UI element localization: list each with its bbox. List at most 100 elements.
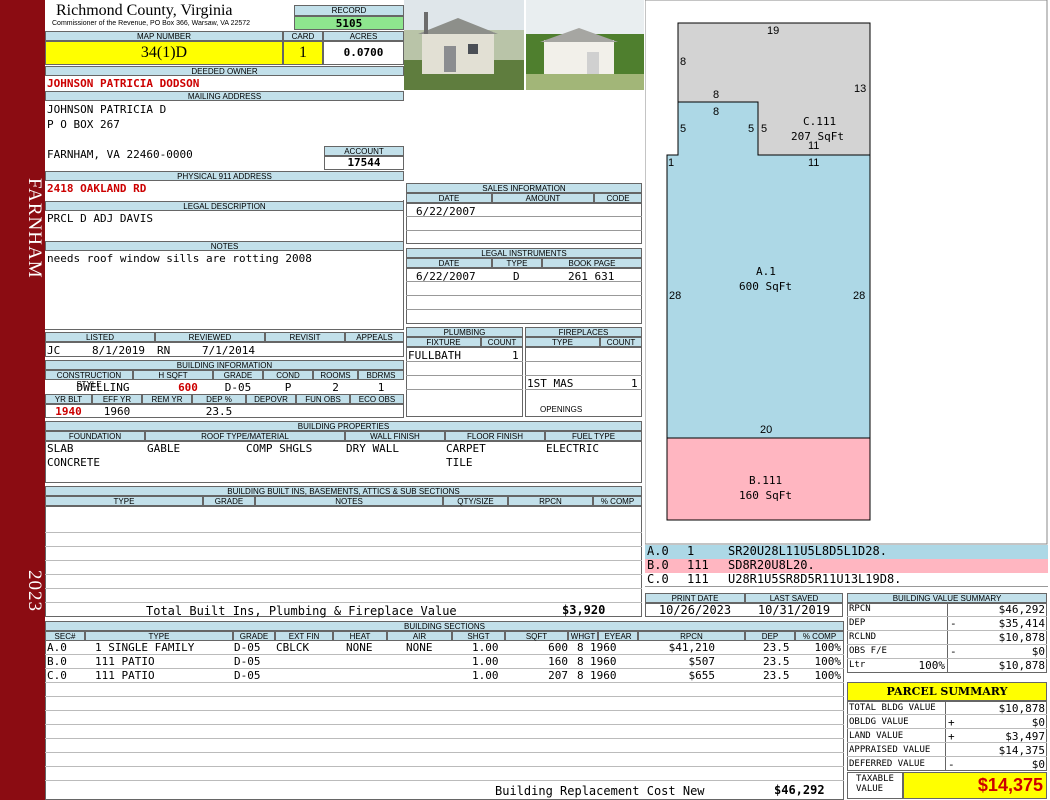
sec-grade: D-05 bbox=[234, 641, 261, 654]
sketch-dim-5c: 5 bbox=[761, 123, 768, 135]
sketch-c-label: C.111 bbox=[803, 115, 837, 128]
owner-frame bbox=[45, 200, 404, 330]
sales-code-header: CODE bbox=[594, 193, 642, 203]
total-bldg-label: TOTAL BLDG VALUE bbox=[849, 703, 936, 713]
deferred-label: DEFERRED VALUE bbox=[849, 759, 925, 769]
construction-style: DWELLING bbox=[76, 381, 130, 394]
instr-date-header: DATE bbox=[406, 258, 492, 268]
sketch-dim-top: 19 bbox=[767, 25, 780, 37]
sec-shgt: 1.00 bbox=[472, 655, 499, 668]
instr-book: 261 631 bbox=[568, 270, 615, 283]
physical-address-label: PHYSICAL 911 ADDRESS bbox=[45, 171, 404, 181]
plumb-count-header: COUNT bbox=[481, 337, 523, 347]
dep-header: DEP % bbox=[192, 394, 246, 404]
acres-label: ACRES bbox=[323, 31, 404, 41]
sec-rpcn: $655 bbox=[688, 669, 716, 682]
openings-label: OPENINGS bbox=[540, 405, 583, 414]
rooms-header: ROOMS bbox=[313, 370, 358, 380]
sec-eyear: 1960 bbox=[590, 669, 617, 682]
sec-header-9: EYEAR bbox=[598, 631, 638, 641]
sec-shgt: 1.00 bbox=[472, 641, 499, 654]
sec-header-2: GRADE bbox=[233, 631, 275, 641]
listed-label: LISTED bbox=[45, 332, 155, 342]
print-date: 10/26/2023 bbox=[658, 603, 732, 617]
code-b-id: B.0 bbox=[647, 558, 669, 572]
record-value: 5105 bbox=[294, 16, 404, 30]
taxable-value: $14,375 bbox=[903, 772, 1047, 799]
listed-by: JC bbox=[47, 344, 61, 357]
section-row: A.0 1 SINGLE FAMILY D-05 CBLCK NONE NONE… bbox=[45, 641, 844, 655]
sketch-b-label: B.111 bbox=[749, 474, 783, 487]
building-rooms: 2 bbox=[332, 381, 339, 394]
brcn-label: Building Replacement Cost New bbox=[495, 784, 705, 798]
sec-eyear: 1960 bbox=[590, 641, 617, 654]
sales-label: SALES INFORMATION bbox=[406, 183, 642, 193]
deeded-owner-label: DEEDED OWNER bbox=[45, 66, 404, 76]
bi-qty-header: QTY/SIZE bbox=[443, 496, 508, 506]
bvs-ltr-pct: 100% bbox=[918, 659, 946, 672]
sketch-dim-step-top: 8 bbox=[713, 89, 720, 101]
fuel-header: FUEL TYPE bbox=[545, 431, 642, 441]
sec-header-11: DEP bbox=[745, 631, 795, 641]
sec-heat: NONE bbox=[346, 641, 373, 654]
property-photos bbox=[404, 0, 644, 90]
appraised-label: APPRAISED VALUE bbox=[849, 745, 931, 755]
revisit-label: REVISIT bbox=[265, 332, 345, 342]
sec-sqft: 600 bbox=[548, 641, 568, 654]
brcn-value: $46,292 bbox=[774, 783, 825, 797]
sketch-dim-left-top: 8 bbox=[680, 56, 687, 68]
last-saved-label: LAST SAVED bbox=[745, 593, 843, 603]
sketch-dim-11b: 11 bbox=[808, 157, 820, 169]
fun-obs-header: FUN OBS bbox=[296, 394, 350, 404]
sec-shgt: 1.00 bbox=[472, 669, 499, 682]
sec-dep: 23.5 bbox=[763, 655, 790, 668]
sec-sqft: 160 bbox=[548, 655, 568, 668]
roof-type: GABLE bbox=[147, 442, 181, 455]
fireplaces-label: FIREPLACES bbox=[525, 327, 642, 337]
construction-style-header: CONSTRUCTION STYLE bbox=[45, 370, 133, 389]
builtins-label: BUILDING BUILT INS, BASEMENTS, ATTICS & … bbox=[45, 486, 642, 496]
sec-dep: 23.5 bbox=[763, 641, 790, 654]
deeded-owner: JOHNSON PATRICIA DODSON bbox=[47, 77, 200, 90]
instr-type: D bbox=[513, 270, 520, 283]
instr-date: 6/22/2007 bbox=[416, 270, 476, 283]
sec-air: NONE bbox=[406, 641, 433, 654]
code-a-code: SR20U28L11U5L8D5L1D28. bbox=[728, 544, 887, 558]
floor-header: FLOOR FINISH bbox=[445, 431, 545, 441]
sketch-a-label: A.1 bbox=[756, 265, 776, 278]
floor-finish-1: CARPET bbox=[446, 442, 486, 455]
sec-header-12: % COMP bbox=[795, 631, 844, 641]
bvs-obs: $0 bbox=[1031, 645, 1045, 658]
code-b-code: SD8R20U8L20. bbox=[728, 558, 815, 572]
sec-header-8: WHGT bbox=[568, 631, 598, 641]
effective-year: 1960 bbox=[103, 405, 131, 418]
county-title: Richmond County, Virginia bbox=[56, 2, 233, 19]
foundation-header: FOUNDATION bbox=[45, 431, 145, 441]
sec-grade: D-05 bbox=[234, 669, 261, 682]
bvs-ltr-label: Ltr bbox=[849, 660, 866, 670]
sec-type: 1 SINGLE FAMILY bbox=[95, 641, 195, 654]
sec-rpcn: $41,210 bbox=[668, 641, 715, 654]
instruments-label: LEGAL INSTRUMENTS bbox=[406, 248, 642, 258]
code-b-n: 111 bbox=[687, 558, 709, 572]
sketch-dim-20: 20 bbox=[760, 424, 773, 436]
mailing-line-1: JOHNSON PATRICIA D bbox=[47, 103, 167, 116]
deferred-value: $0 bbox=[1031, 758, 1045, 771]
fuel-type: ELECTRIC bbox=[546, 442, 599, 455]
year-label: 2023 bbox=[24, 570, 45, 612]
building-bdrms: 1 bbox=[377, 381, 385, 394]
obldg-value: $0 bbox=[1031, 716, 1045, 729]
year-built: 1940 bbox=[55, 405, 82, 418]
sale-date: 6/22/2007 bbox=[416, 205, 476, 218]
sketch-dim-1: 1 bbox=[668, 157, 675, 169]
parcel-summary-title: PARCEL SUMMARY bbox=[847, 682, 1047, 701]
roof-header: ROOF TYPE/MATERIAL bbox=[145, 431, 345, 441]
section-row: C.0 111 PATIO D-05 1.00 207 8 1960 $655 … bbox=[45, 669, 844, 683]
sec-comp: 100% bbox=[814, 641, 842, 654]
h-sqft-header: H SQFT bbox=[133, 370, 213, 380]
fp-type-header: TYPE bbox=[525, 337, 600, 347]
taxable-label-1: TAXABLE bbox=[856, 774, 894, 784]
builtins-total-label: Total Built Ins, Plumbing & Fireplace Va… bbox=[146, 604, 457, 618]
instr-book-header: BOOK PAGE bbox=[542, 258, 642, 268]
properties-label: BUILDING PROPERTIES bbox=[45, 421, 642, 431]
